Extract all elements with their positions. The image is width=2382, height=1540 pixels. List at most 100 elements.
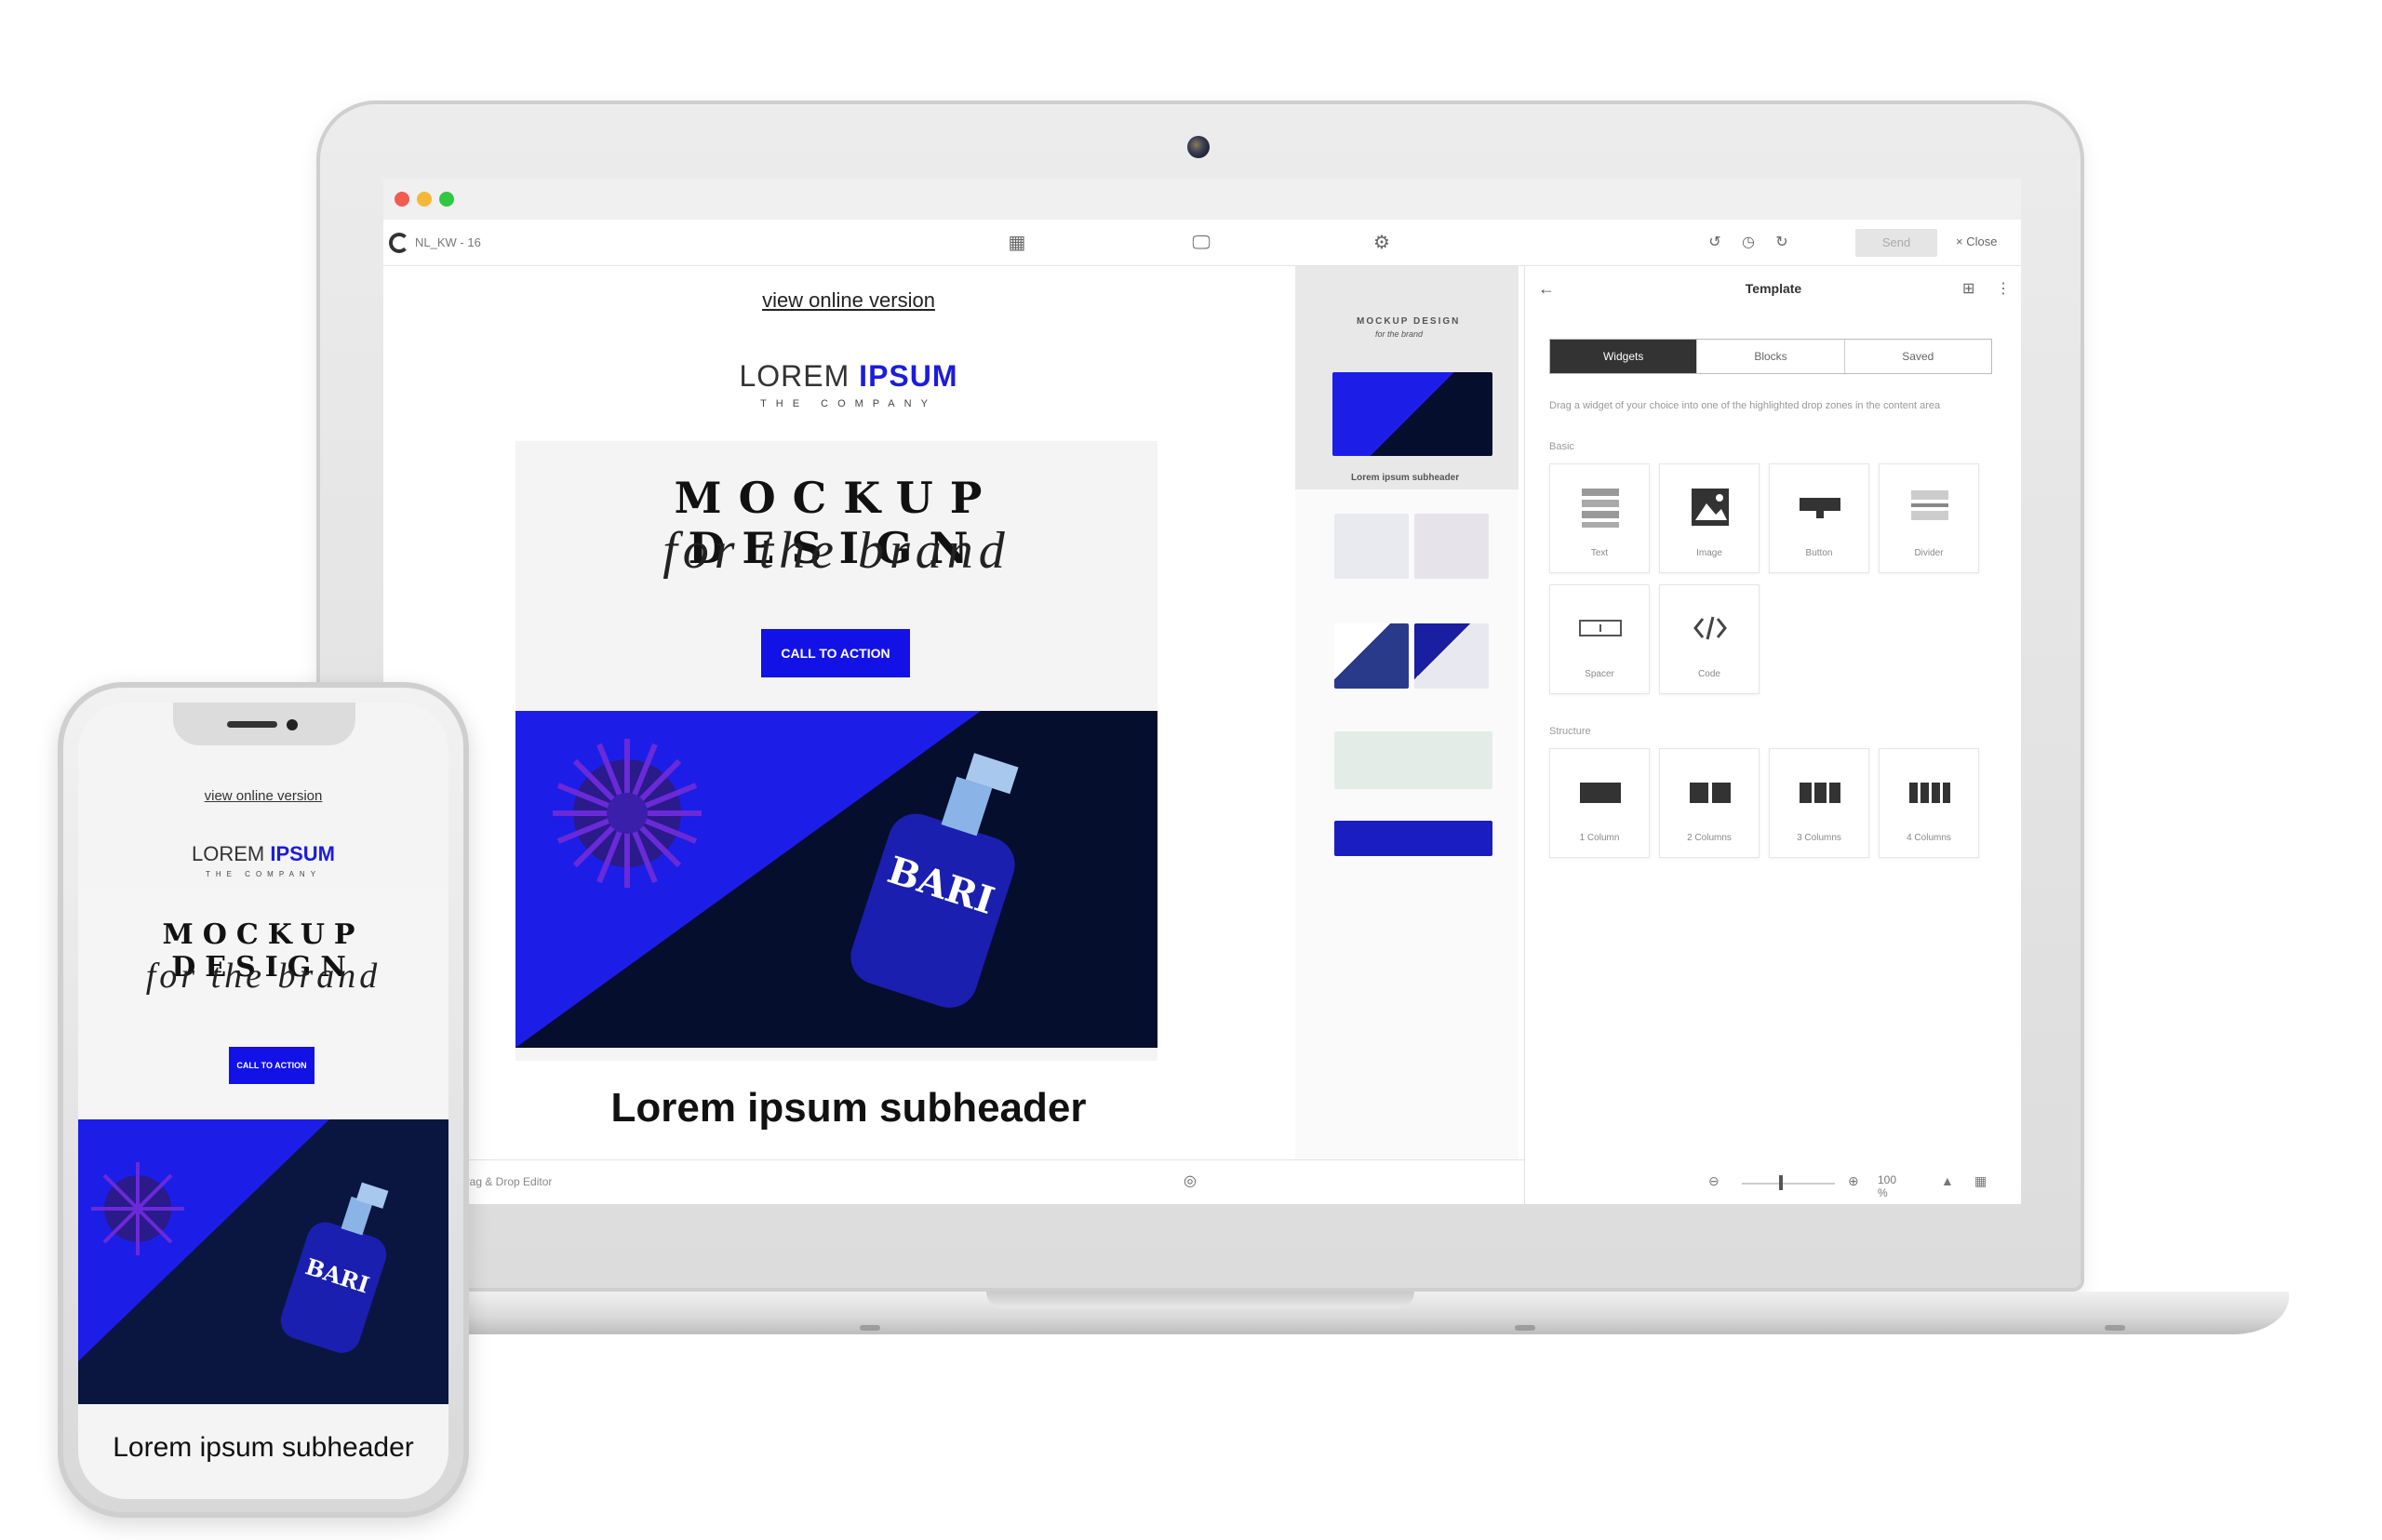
phone-speaker [227, 721, 277, 728]
one-column-icon [1580, 783, 1621, 803]
template-preview-strip[interactable]: MOCKUP DESIGN for the brand Lorem ipsum … [1295, 266, 1519, 1159]
panel-tabs: Widgets Blocks Saved [1549, 339, 1992, 374]
redo-icon[interactable]: ↻ [1770, 231, 1794, 255]
app-logo-icon [389, 233, 409, 253]
phone-cta-button[interactable]: CALL TO ACTION [229, 1047, 314, 1084]
zoom-level: 100 % [1878, 1173, 1897, 1199]
desktop-preview-icon[interactable]: 🖵 [1189, 231, 1213, 255]
window-titlebar [383, 179, 2021, 220]
minimize-window-button[interactable] [417, 192, 432, 207]
grid-icon[interactable]: ▦ [1974, 1173, 1987, 1189]
tab-saved[interactable]: Saved [1845, 340, 1991, 373]
view-online-link[interactable]: view online version [383, 288, 1314, 313]
widget-spacer-label: Spacer [1585, 669, 1614, 679]
zoom-in-icon[interactable]: ⊕ [1848, 1173, 1859, 1189]
structure-2-columns[interactable]: 2 Columns [1659, 748, 1760, 858]
email-subheader: Lorem ipsum subheader [610, 1085, 1087, 1131]
laptop-foot-left [860, 1325, 880, 1331]
preview-shoe-banner [1334, 731, 1492, 789]
tab-widgets[interactable]: Widgets [1550, 340, 1698, 373]
cta-button[interactable]: CALL TO ACTION [761, 629, 910, 677]
close-window-button[interactable] [395, 192, 409, 207]
lock-icon[interactable]: ▲ [1941, 1173, 1954, 1188]
structure-3-columns[interactable]: 3 Columns [1769, 748, 1869, 858]
phone-screen: view online version LOREM IPSUM THE COMP… [78, 703, 448, 1499]
close-button[interactable]: × Close [1956, 234, 1997, 248]
code-widget-icon [1693, 616, 1727, 640]
widget-spacer[interactable]: Spacer [1549, 584, 1650, 694]
preview-title: MOCKUP DESIGN [1357, 316, 1461, 327]
zoom-slider-handle[interactable] [1779, 1175, 1783, 1190]
zoom-slider[interactable] [1742, 1183, 1835, 1185]
widget-divider[interactable]: Divider [1879, 463, 1979, 573]
structure-4-columns[interactable]: 4 Columns [1879, 748, 1979, 858]
logo-text-lorem: LOREM [739, 359, 860, 393]
preview-shoe-image-3 [1334, 623, 1409, 689]
phone-camera [287, 719, 298, 730]
structure-4-columns-label: 4 Columns [1907, 833, 1951, 843]
preview-shoe-image-1 [1334, 514, 1409, 579]
laptop-hinge-notch [986, 1292, 1414, 1308]
history-icon[interactable]: ◷ [1736, 231, 1760, 255]
editor-screen: NL_KW - 16 ▦ 🖵 ⚙ ↺ ◷ ↻ Send × Close view… [383, 179, 2021, 1204]
widget-text-label: Text [1590, 548, 1609, 558]
hero-script: for the brand [662, 522, 1010, 580]
spacer-widget-icon [1579, 620, 1622, 636]
template-panel: ← Template ⊞ ⋮ Widgets Blocks Saved Drag… [1524, 266, 2021, 1204]
structure-1-column-label: 1 Column [1579, 833, 1620, 843]
widget-image-label: Image [1696, 548, 1722, 558]
hero-section[interactable]: MOCKUP DESIGN for the brand CALL TO ACTI… [515, 441, 1158, 1061]
preview-script: for the brand [1375, 329, 1424, 339]
phone-logo-ipsum: IPSUM [270, 842, 336, 865]
maximize-window-button[interactable] [439, 192, 454, 207]
widget-code-label: Code [1698, 669, 1720, 679]
preview-hero-image [1332, 372, 1492, 456]
widget-image[interactable]: Image [1659, 463, 1760, 573]
four-columns-icon [1909, 783, 1950, 803]
widget-text[interactable]: Text [1549, 463, 1650, 573]
tab-blocks[interactable]: Blocks [1697, 340, 1845, 373]
zoom-out-icon[interactable]: ⊖ [1708, 1173, 1720, 1189]
more-options-icon[interactable]: ⋮ [1996, 279, 2011, 298]
panel-layout-icon[interactable]: ⊞ [1962, 279, 1974, 298]
widget-code[interactable]: Code [1659, 584, 1760, 694]
phone-logo-subtitle: THE COMPANY [205, 870, 322, 878]
two-columns-icon [1690, 783, 1731, 803]
widget-button-label: Button [1805, 548, 1833, 558]
editor-toolbar: NL_KW - 16 ▦ 🖵 ⚙ ↺ ◷ ↻ Send × Close [383, 220, 2021, 266]
panel-hint-text: Drag a widget of your choice into one of… [1549, 400, 1941, 411]
laptop-camera [1187, 136, 1210, 158]
structure-1-column[interactable]: 1 Column [1549, 748, 1650, 858]
preview-shoe-image-4 [1414, 623, 1489, 689]
phone-view-online-link[interactable]: view online version [78, 788, 448, 804]
preview-shoe-image-2 [1414, 514, 1489, 579]
structure-2-columns-label: 2 Columns [1687, 833, 1732, 843]
logo-subtitle: THE COMPANY [760, 398, 937, 409]
button-widget-icon [1800, 498, 1840, 518]
preview-footer-banner [1334, 821, 1492, 856]
hero-product-image: BARI [515, 711, 1158, 1048]
three-columns-icon [1800, 783, 1840, 803]
editor-mode-select[interactable]: Drag & Drop Editor [458, 1175, 552, 1188]
company-logo: LOREM IPSUM [383, 359, 1314, 394]
widget-button[interactable]: Button [1769, 463, 1869, 573]
image-widget-icon [1692, 489, 1729, 526]
phone-hero-product-image: BARI [78, 1119, 448, 1404]
document-name: NL_KW - 16 [415, 235, 481, 249]
phone-company-logo: LOREM IPSUM [78, 842, 448, 866]
layout-icon[interactable]: ▦ [1005, 231, 1029, 255]
phone-subheader: Lorem ipsum subheader [113, 1432, 414, 1463]
smartphone: view online version LOREM IPSUM THE COMP… [58, 682, 469, 1518]
panel-title: Template [1745, 281, 1802, 296]
divider-widget-icon [1911, 490, 1948, 520]
preview-subheader: Lorem ipsum subheader [1351, 473, 1460, 483]
send-button[interactable]: Send [1855, 229, 1937, 257]
logo-text-ipsum: IPSUM [859, 359, 958, 393]
structure-section-label: Structure [1549, 726, 1591, 737]
widget-divider-label: Divider [1914, 548, 1944, 558]
preview-mode-icon[interactable]: ◎ [1184, 1172, 1197, 1190]
undo-icon[interactable]: ↺ [1703, 231, 1727, 255]
phone-logo-lorem: LOREM [191, 842, 271, 865]
phone-hero-script: for the brand [145, 957, 381, 996]
settings-gear-icon[interactable]: ⚙ [1370, 231, 1394, 255]
